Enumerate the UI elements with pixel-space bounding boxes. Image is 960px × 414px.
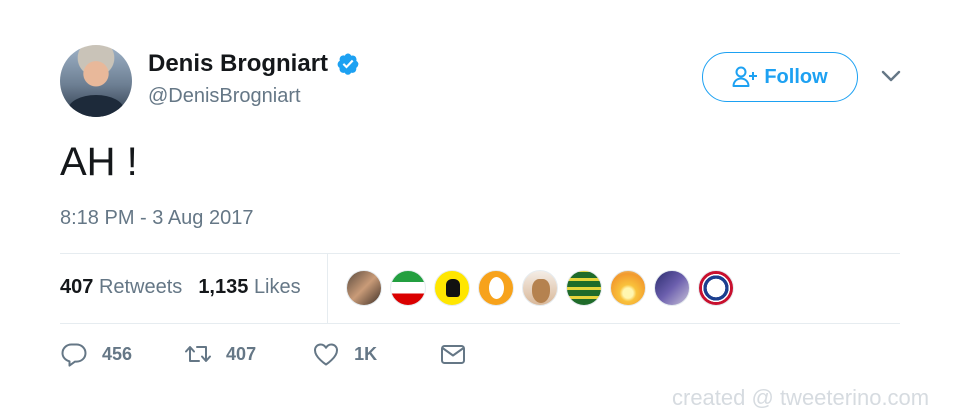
reply-count: 456 bbox=[102, 343, 133, 364]
avatar[interactable] bbox=[60, 45, 132, 117]
liker-avatar[interactable] bbox=[522, 270, 558, 306]
follow-button-label: Follow bbox=[764, 65, 828, 88]
liker-avatar[interactable] bbox=[390, 270, 426, 306]
stats-vertical-divider bbox=[327, 254, 328, 323]
divider-top bbox=[60, 253, 900, 254]
liker-avatar[interactable] bbox=[566, 270, 602, 306]
divider-bottom bbox=[60, 323, 900, 324]
likes-label: Likes bbox=[253, 276, 301, 298]
follow-button[interactable]: Follow bbox=[702, 52, 858, 102]
liker-avatars bbox=[346, 270, 734, 306]
liker-avatar[interactable] bbox=[610, 270, 646, 306]
liker-avatar[interactable] bbox=[698, 270, 734, 306]
liker-avatar[interactable] bbox=[346, 270, 382, 306]
tweet-actions: 456 407 1K bbox=[60, 340, 467, 368]
reply-button[interactable]: 456 bbox=[60, 340, 132, 368]
retweets-stat[interactable]: 407 Retweets bbox=[60, 276, 182, 299]
user-handle[interactable]: @DenisBrogniart bbox=[148, 85, 301, 108]
likes-count: 1,135 bbox=[198, 276, 249, 298]
like-button[interactable]: 1K bbox=[312, 340, 377, 368]
tweet-text: AH ! bbox=[60, 140, 138, 184]
retweets-count: 407 bbox=[60, 276, 94, 298]
like-count: 1K bbox=[354, 343, 378, 364]
direct-message-button[interactable] bbox=[439, 340, 467, 368]
liker-avatar[interactable] bbox=[434, 270, 470, 306]
likes-stat[interactable]: 1,135 Likes bbox=[198, 276, 300, 299]
liker-avatar[interactable] bbox=[478, 270, 514, 306]
reply-icon bbox=[61, 343, 87, 367]
retweets-label: Retweets bbox=[98, 276, 183, 298]
retweet-count: 407 bbox=[226, 343, 257, 364]
user-name[interactable]: Denis Brogniart bbox=[148, 50, 328, 78]
chevron-down-icon[interactable] bbox=[880, 68, 902, 84]
retweet-icon bbox=[185, 346, 212, 362]
retweet-button[interactable]: 407 bbox=[184, 340, 256, 368]
add-user-icon bbox=[732, 66, 758, 87]
tweet-timestamp[interactable]: 8:18 PM - 3 Aug 2017 bbox=[60, 207, 253, 230]
verified-badge-icon bbox=[337, 53, 359, 75]
watermark: created @ tweeterino.com bbox=[672, 385, 930, 410]
direct-message-icon bbox=[441, 345, 466, 364]
user-name-row: Denis Brogniart bbox=[148, 50, 360, 78]
avatar-shoulders bbox=[68, 95, 124, 117]
liker-avatar[interactable] bbox=[654, 270, 690, 306]
heart-icon bbox=[314, 343, 339, 366]
tweet-stats: 407 Retweets 1,135 Likes bbox=[60, 276, 301, 299]
